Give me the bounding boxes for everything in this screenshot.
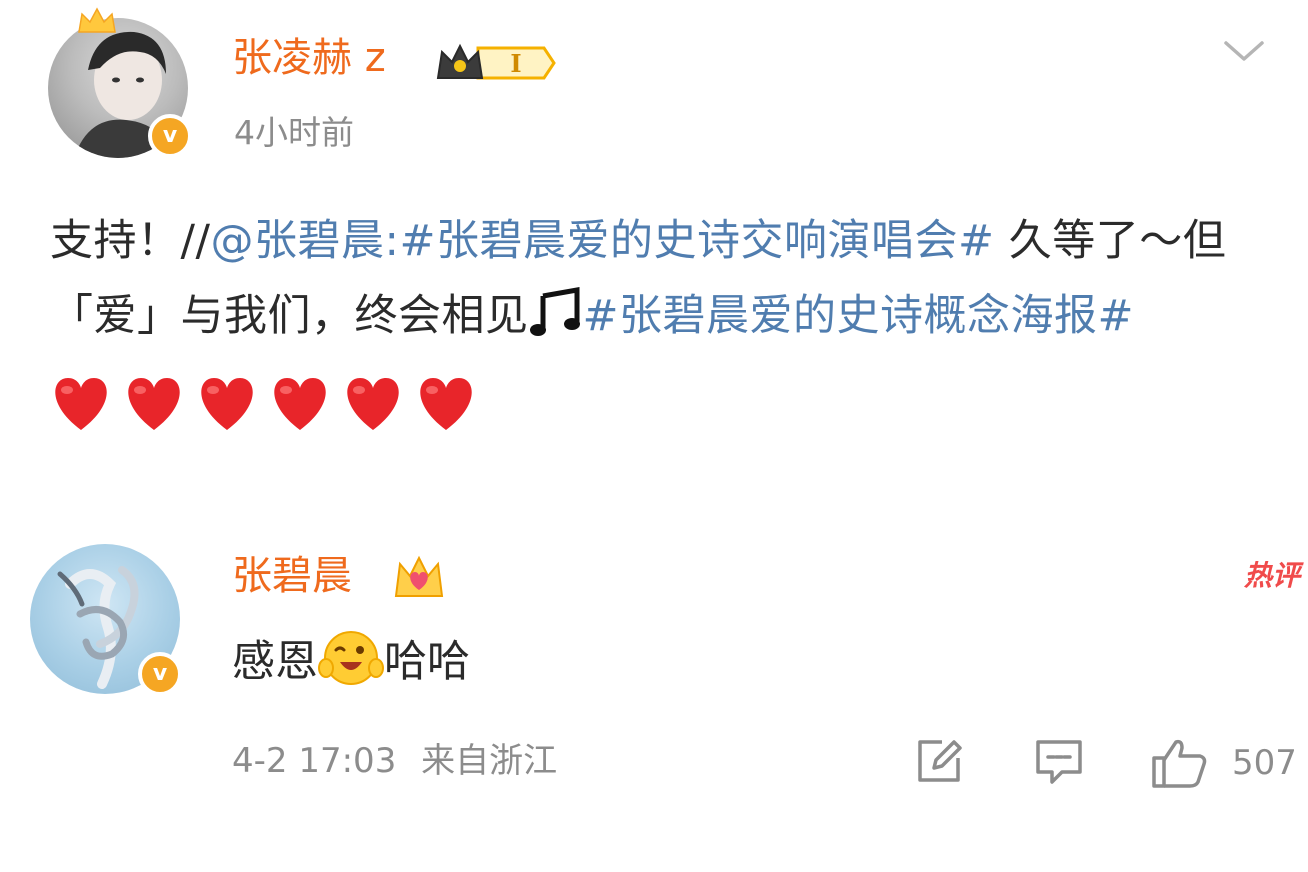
heart-icon: [420, 377, 472, 430]
crown-icon: [78, 7, 116, 33]
heart-icon: [347, 377, 399, 430]
hashtag-link-poster[interactable]: #张碧晨爱的史诗概念海报#: [583, 291, 1135, 341]
comment-icon[interactable]: [1032, 736, 1086, 788]
heart-emoji-row: [50, 364, 488, 439]
post-text-part-1: 支持！//: [50, 216, 211, 266]
post-timestamp: 4小时前: [234, 113, 354, 152]
heart-icon: [55, 377, 107, 430]
like-count: 507: [1232, 743, 1297, 783]
comment-author-avatar[interactable]: v: [30, 544, 182, 696]
comment-content: 感恩 哈哈: [232, 628, 470, 692]
post-content: 支持！//@张碧晨:#张碧晨爱的史诗交响演唱会# 久等了～但「爱」与我们，终会相…: [50, 204, 1280, 439]
comment-author-name[interactable]: 张碧晨: [232, 556, 352, 596]
verified-badge-icon: v: [148, 114, 192, 158]
hashtag-link-concert[interactable]: #张碧晨爱的史诗交响演唱会#: [399, 216, 994, 266]
mention-link[interactable]: @张碧晨: [210, 216, 384, 266]
vip-level-badge-icon[interactable]: I: [432, 40, 560, 86]
comment-text-after: 哈哈: [384, 637, 470, 687]
mention-colon: :: [384, 216, 400, 266]
heart-icon: [201, 377, 253, 430]
post-author-avatar[interactable]: v: [48, 7, 192, 158]
music-note-icon: [529, 287, 580, 336]
vip-level-text: I: [510, 49, 521, 78]
crown-heart-badge-icon: [394, 555, 444, 597]
comment-date: 4-2 17:03: [232, 741, 397, 781]
chevron-down-icon[interactable]: [1222, 38, 1266, 64]
post-author-name[interactable]: 张凌赫 z: [232, 38, 386, 78]
heart-icon: [274, 377, 326, 430]
comment-text-before: 感恩: [232, 637, 318, 687]
hot-comment-tag: 热评: [1244, 559, 1301, 592]
repost-edit-icon[interactable]: [912, 736, 964, 788]
wink-grin-emoji-icon: [318, 631, 384, 685]
heart-icon: [128, 377, 180, 430]
comment-meta: 4-2 17:03 来自浙江: [232, 744, 557, 778]
verified-badge-icon: v: [138, 652, 182, 696]
thumbs-up-icon[interactable]: [1150, 736, 1210, 790]
comment-location: 来自浙江: [421, 741, 558, 781]
